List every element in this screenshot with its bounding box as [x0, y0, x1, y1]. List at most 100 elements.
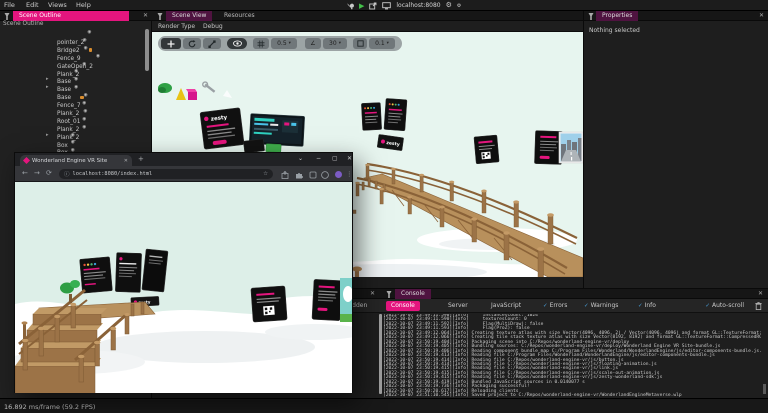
extensions-puzzle-icon[interactable] [295, 171, 303, 179]
panel-pin-icon[interactable] [157, 13, 163, 20]
menu-debug[interactable]: Debug [203, 23, 223, 30]
browser-title-bar[interactable]: Wonderland Engine VR Site ✕ + ⌄ − ▢ ✕ [15, 153, 352, 166]
tree-row[interactable]: Bridge2◉ [0, 37, 146, 45]
menu-views[interactable]: Views [48, 1, 67, 9]
rotation-snap-button[interactable]: ∠ [305, 38, 321, 49]
browser-tab[interactable]: Wonderland Engine VR Site ✕ [20, 155, 132, 166]
visibility-icon[interactable]: ◉ [82, 117, 86, 122]
menu-edit[interactable]: Edit [26, 1, 39, 9]
maximize-window-icon[interactable]: ▢ [332, 155, 338, 162]
tree-row[interactable]: Fence_9◉ [0, 45, 146, 53]
info-filter-checkbox[interactable]: ✓Info [638, 301, 656, 311]
close-icon[interactable]: ✕ [759, 11, 764, 21]
visibility-icon[interactable]: ◉ [96, 54, 100, 59]
grid-snap-button[interactable] [253, 38, 269, 49]
tab-resources[interactable]: Resources [218, 11, 261, 21]
autoscroll-checkbox[interactable]: ✓Auto-scroll [705, 301, 744, 311]
visibility-icon[interactable]: ◉ [71, 140, 75, 145]
back-icon[interactable]: ← [22, 170, 28, 177]
panel-pin-icon[interactable] [4, 13, 10, 20]
visibility-icon[interactable]: ◉ [84, 93, 88, 98]
browser-3d-content[interactable]: zesty [15, 182, 352, 393]
tree-row[interactable]: pointer_2◉ [0, 29, 146, 37]
translate-tool-button[interactable] [161, 38, 181, 49]
gear-small-icon[interactable]: ⚙ [457, 3, 461, 9]
tree-row[interactable]: Plank_2◉ [0, 124, 146, 132]
javascript-source-button[interactable]: JavaScript [486, 301, 526, 311]
visibility-icon[interactable]: ◉ [71, 133, 75, 138]
visibility-icon[interactable]: ◉ [74, 85, 78, 90]
new-tab-button[interactable]: + [138, 155, 144, 163]
close-icon[interactable]: ✕ [758, 289, 763, 299]
tree-row[interactable]: ▸Base◉ [0, 84, 146, 92]
visibility-icon[interactable]: ◉ [84, 46, 88, 51]
trash-icon[interactable] [755, 302, 762, 310]
tab-properties[interactable]: Properties [596, 11, 638, 21]
host-address-label[interactable]: localhost:8080 [396, 2, 440, 9]
visibility-icon[interactable]: ◉ [83, 109, 87, 114]
menu-help[interactable]: Help [76, 1, 91, 9]
tree-row[interactable]: Base◉ [0, 68, 146, 76]
rotation-snap-value[interactable]: 30▾ [323, 38, 347, 49]
expand-arrow-icon[interactable]: ▸ [46, 76, 49, 84]
visibility-icon[interactable]: ◉ [83, 38, 87, 43]
errors-filter-checkbox[interactable]: ✓Errors [543, 301, 567, 311]
gear-icon[interactable]: ⚙ [446, 2, 452, 9]
browser-menu-icon[interactable]: ⋮ [346, 170, 353, 178]
bookmark-star-icon[interactable]: ☆ [263, 171, 268, 177]
outline-scrollbar[interactable] [145, 29, 149, 71]
profile-badge-icon[interactable] [321, 171, 329, 179]
visibility-icon[interactable]: ◉ [74, 69, 78, 74]
console-scrollbar-right[interactable] [763, 384, 766, 394]
tab-scene-outline[interactable]: Scene Outline [13, 11, 129, 21]
browser-window[interactable]: Wonderland Engine VR Site ✕ + ⌄ − ▢ ✕ ← … [14, 152, 353, 393]
downloads-icon[interactable] [309, 171, 317, 179]
site-info-icon[interactable]: ⓘ [64, 170, 70, 178]
close-window-icon[interactable]: ✕ [347, 155, 352, 162]
warnings-filter-checkbox[interactable]: ✓Warnings [584, 301, 618, 311]
tab-scene-view[interactable]: Scene View [166, 11, 212, 21]
tree-row[interactable]: ▸Base◉ [0, 76, 146, 84]
minimize-window-icon[interactable]: − [316, 155, 321, 162]
visibility-icon[interactable]: ◉ [82, 62, 86, 67]
visibility-icon[interactable]: ◉ [82, 125, 86, 130]
console-scrollbar[interactable] [379, 314, 382, 394]
expand-arrow-icon[interactable]: ▸ [46, 132, 49, 140]
scale-snap-button[interactable] [353, 38, 367, 49]
tree-row[interactable]: Fence_7◉ [0, 92, 146, 100]
server-source-button[interactable]: Server [443, 301, 473, 311]
tree-row[interactable]: GateOpen_2◉ [0, 53, 146, 61]
tree-row[interactable]: Plank_2◉ [0, 100, 146, 108]
tree-row[interactable]: Plank_2◉ [0, 116, 146, 124]
open-external-icon[interactable] [369, 2, 377, 10]
console-log[interactable]: [2022-10-07 23:49:11.590][Info] instance… [383, 314, 761, 398]
tree-row[interactable]: Box◉ [0, 139, 146, 147]
scale-snap-value[interactable]: 0.1▾ [369, 38, 395, 49]
visibility-icon[interactable]: ◉ [87, 30, 91, 35]
panel-pin-icon[interactable] [386, 291, 392, 298]
close-icon[interactable]: ✕ [143, 11, 148, 21]
run-project-button[interactable]: ▶ [359, 2, 364, 10]
address-bar[interactable]: ⓘ localhost:8080/index.html ☆ [59, 169, 273, 179]
close-icon[interactable]: ✕ [370, 289, 375, 299]
tree-row[interactable]: Root_01◉ [0, 108, 146, 116]
menu-render-type[interactable]: Render Type [158, 23, 195, 30]
visibility-icon[interactable]: ◉ [74, 77, 78, 82]
share-icon[interactable] [281, 171, 289, 179]
reload-icon[interactable]: ⟳ [46, 170, 52, 177]
tab-console[interactable]: Console [395, 289, 431, 299]
tree-row[interactable]: Plank_2◉ [0, 61, 146, 69]
panel-pin-icon[interactable] [588, 13, 594, 20]
tab-search-icon[interactable]: ⌄ [298, 155, 303, 162]
scale-tool-button[interactable] [203, 38, 221, 49]
forward-icon[interactable]: → [34, 170, 40, 177]
wrench-icon[interactable] [346, 2, 354, 10]
visibility-icon[interactable]: ◉ [82, 101, 86, 106]
menu-file[interactable]: File [4, 1, 15, 9]
tree-row[interactable]: ▸Box◉ [0, 132, 146, 140]
rotate-tool-button[interactable] [183, 38, 201, 49]
expand-arrow-icon[interactable]: ▸ [46, 84, 49, 92]
avatar[interactable] [335, 171, 342, 178]
view-mode-button[interactable] [227, 38, 247, 49]
grid-snap-value[interactable]: 0.5▾ [271, 38, 297, 49]
